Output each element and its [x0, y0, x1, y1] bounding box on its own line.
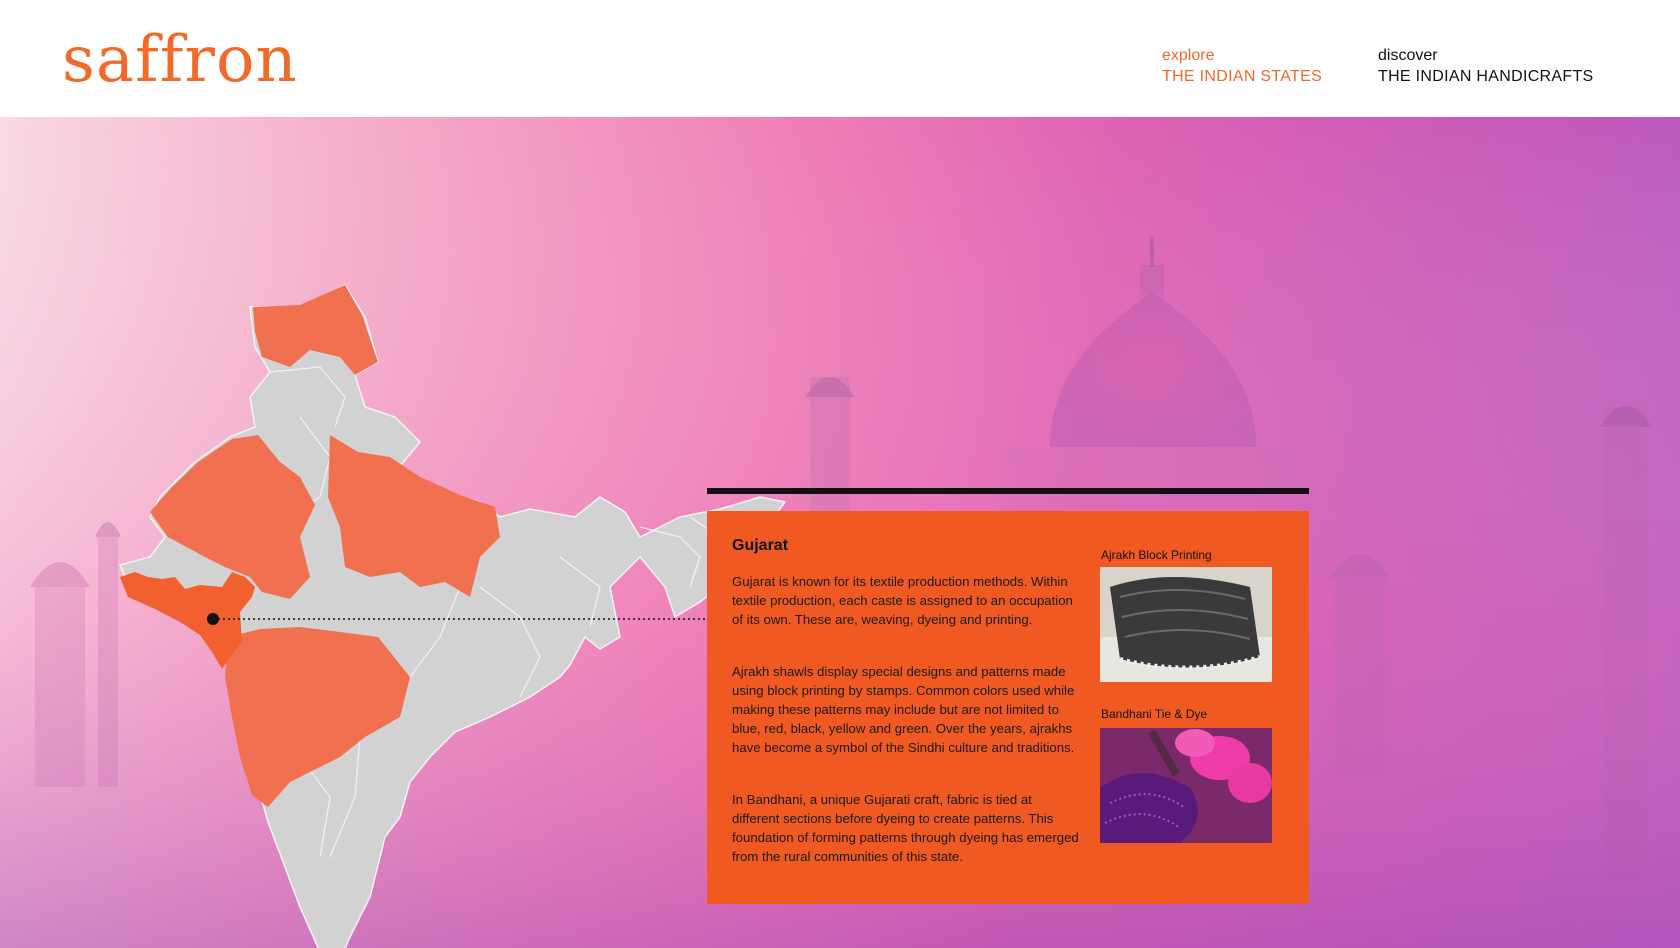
craft-caption-bandhani: Bandhani Tie & Dye — [1101, 707, 1208, 721]
bandhani-fabric-picture — [1100, 728, 1272, 843]
nav-discover-label: discover — [1378, 47, 1438, 64]
state-title: Gujarat — [732, 537, 789, 554]
craft-caption-ajrakh: Ajrakh Block Printing — [1101, 548, 1212, 562]
ajrakh-pillow-picture — [1100, 567, 1272, 682]
state-paragraph-1: Gujarat is known for its textile product… — [732, 574, 1073, 627]
gujarat-marker[interactable] — [207, 613, 219, 625]
nav-discover-handicrafts[interactable]: discover THE INDIAN HANDICRAFTS — [1378, 46, 1594, 88]
saffron-logo[interactable]: saffron — [62, 28, 298, 92]
bandhani-image[interactable] — [1100, 728, 1272, 843]
nav-discover-title: THE INDIAN HANDICRAFTS — [1378, 68, 1594, 85]
panel-top-bar — [707, 488, 1309, 494]
site-header: saffron explore THE INDIAN STATES discov… — [0, 0, 1680, 117]
ajrakh-image[interactable] — [1100, 567, 1272, 682]
state-paragraph-3: In Bandhani, a unique Gujarati craft, fa… — [732, 792, 1079, 864]
nav-explore-title: THE INDIAN STATES — [1162, 68, 1323, 85]
state-paragraph-2: Ajrakh shawls display special designs an… — [732, 664, 1075, 755]
nav-explore-label: explore — [1162, 47, 1215, 64]
state-info-panel: Gujarat Gujarat is known for its textile… — [707, 511, 1309, 904]
nav-explore-states[interactable]: explore THE INDIAN STATES — [1162, 46, 1322, 88]
